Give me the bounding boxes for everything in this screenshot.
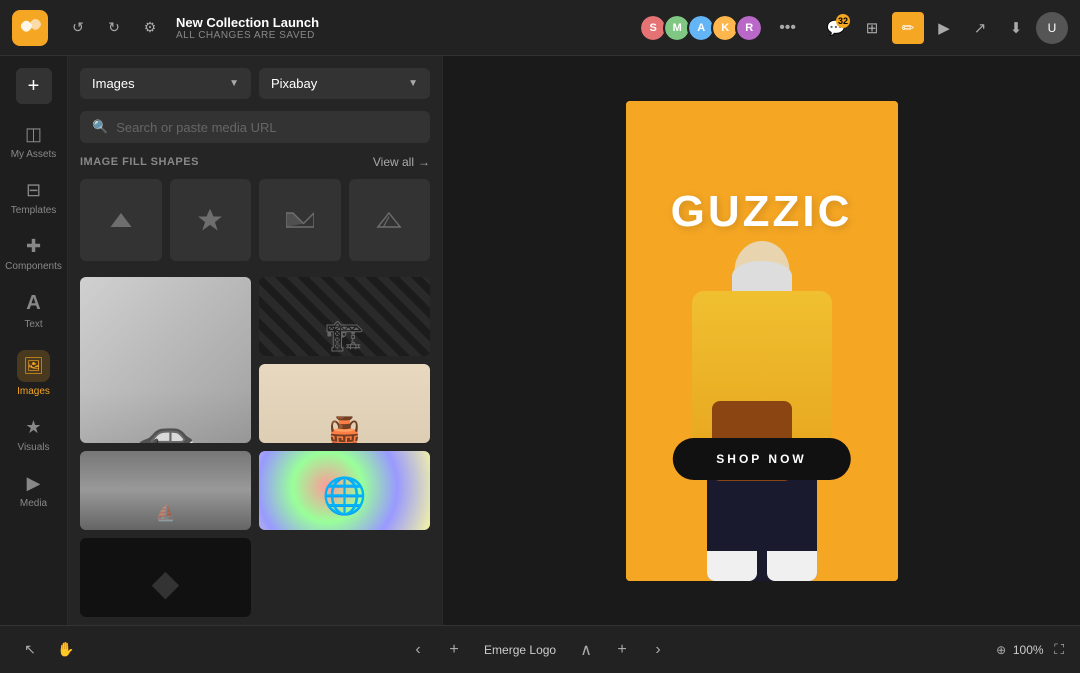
view-all-label: View all	[373, 155, 414, 169]
sidebar-item-visuals[interactable]: ★ Visuals	[4, 409, 64, 461]
type-dropdown-arrow: ▼	[229, 78, 239, 89]
image-thumb-architecture[interactable]: 🏗	[259, 277, 430, 356]
add-page-before-button[interactable]: +	[440, 636, 468, 664]
shape-grid	[80, 179, 430, 261]
sidebar-item-components[interactable]: ✚ Components	[4, 228, 64, 280]
search-input[interactable]	[116, 120, 418, 135]
image-fill-header: IMAGE FILL SHAPES View all →	[80, 155, 430, 169]
sidebar-label-templates: Templates	[11, 205, 57, 216]
shape-triangle[interactable]	[349, 179, 431, 261]
prev-page-button[interactable]: ‹	[404, 636, 432, 664]
search-icon: 🔍	[92, 119, 108, 135]
add-page-after-button[interactable]: +	[608, 636, 636, 664]
next-page-button[interactable]: ›	[644, 636, 672, 664]
app-logo[interactable]	[12, 10, 48, 46]
undo-button[interactable]: ↺	[64, 14, 92, 42]
view-all-arrow: →	[418, 155, 430, 169]
sidebar-item-images[interactable]: 🖼 Images	[4, 342, 64, 405]
comment-count: 32	[836, 14, 850, 28]
topbar-nav: ↺ ↻	[60, 14, 128, 42]
components-icon: ✚	[26, 236, 41, 257]
bottom-bar: ↖ ✋ ‹ + Emerge Logo ∧ + › ⊕ 100% ⛶	[0, 625, 1080, 673]
settings-button[interactable]: ⚙	[136, 14, 164, 42]
templates-icon: ⊟	[26, 180, 41, 201]
redo-button[interactable]: ↻	[100, 14, 128, 42]
images-grid: 🚗 🏗 🏺 ⛵ 🌐	[68, 269, 442, 626]
canvas-card[interactable]: GUZZIC SHOP NOW ▶ magda.w. • barry.paul	[626, 101, 898, 581]
project-title: New Collection Launch	[176, 15, 319, 30]
media-panel: Images ▼ Pixabay ▼ 🔍 IMAGE FILL SHAPES V…	[68, 56, 443, 625]
canvas-content: GUZZIC SHOP NOW ▶ magda.w. • barry.paul	[626, 101, 898, 581]
images-icon: 🖼	[17, 350, 49, 382]
shape-mountain[interactable]	[80, 179, 162, 261]
shape-landscape[interactable]	[259, 179, 341, 261]
add-button[interactable]: +	[16, 68, 52, 104]
main-layout: + ◫ My Assets ⊟ Templates ✚ Components A…	[0, 56, 1080, 625]
image-thumb-geometric[interactable]: ◆	[80, 538, 251, 617]
current-page-label[interactable]: Emerge Logo	[476, 639, 564, 661]
image-fill-title: IMAGE FILL SHAPES	[80, 156, 199, 168]
source-dropdown[interactable]: Pixabay ▼	[259, 68, 430, 99]
cta-button[interactable]: SHOP NOW	[672, 438, 850, 480]
fullscreen-button[interactable]: ⛶	[1054, 641, 1064, 658]
canvas-area[interactable]: GUZZIC SHOP NOW ▶ magda.w. • barry.paul	[443, 56, 1080, 625]
shape-star[interactable]	[170, 179, 252, 261]
sidebar-label-media: Media	[20, 498, 47, 509]
sidebar-item-media[interactable]: ▶ Media	[4, 465, 64, 517]
media-icon: ▶	[27, 473, 41, 494]
media-panel-header: Images ▼ Pixabay ▼	[68, 56, 442, 111]
cursor-tool-button[interactable]: ↖	[16, 636, 44, 664]
text-icon: A	[26, 292, 40, 315]
type-dropdown[interactable]: Images ▼	[80, 68, 251, 99]
sidebar-label-components: Components	[5, 261, 62, 272]
sidebar-label-visuals: Visuals	[17, 442, 49, 453]
collaborator-avatars: S M A K R	[639, 14, 763, 42]
view-all-button[interactable]: View all →	[373, 155, 430, 169]
zoom-icon: ⊕	[996, 643, 1006, 657]
sidebar-item-my-assets[interactable]: ◫ My Assets	[4, 116, 64, 168]
play-button[interactable]: ▶	[928, 12, 960, 44]
more-collaborators-button[interactable]: •••	[771, 15, 804, 41]
source-dropdown-label: Pixabay	[271, 76, 317, 91]
hand-tool-button[interactable]: ✋	[52, 636, 80, 664]
type-dropdown-label: Images	[92, 76, 135, 91]
image-thumb-vase[interactable]: 🏺	[259, 364, 430, 443]
avatar-5[interactable]: R	[735, 14, 763, 42]
grid-button[interactable]: ⊞	[856, 12, 888, 44]
source-dropdown-arrow: ▼	[408, 78, 418, 89]
zoom-control: ⊕ 100%	[996, 643, 1046, 657]
page-up-button[interactable]: ∧	[572, 636, 600, 664]
sidebar-label-text: Text	[24, 319, 42, 330]
sidebar-label-my-assets: My Assets	[11, 149, 57, 160]
search-bar: 🔍	[80, 111, 430, 143]
zoom-level: 100%	[1010, 643, 1046, 657]
topbar-actions: 💬 32 ⊞ ✏ ▶ ↗ ⬇ U	[820, 12, 1068, 44]
share-button[interactable]: ↗	[964, 12, 996, 44]
sidebar-item-text[interactable]: A Text	[4, 284, 64, 338]
download-button[interactable]: ⬇	[1000, 12, 1032, 44]
image-thumb-lake[interactable]: ⛵	[80, 451, 251, 530]
user-avatar[interactable]: U	[1036, 12, 1068, 44]
edit-button[interactable]: ✏	[892, 12, 924, 44]
brand-text: GUZZIC	[671, 187, 853, 237]
comments-button[interactable]: 💬 32	[820, 12, 852, 44]
visuals-icon: ★	[25, 417, 41, 438]
image-thumb-car[interactable]: 🚗	[80, 277, 251, 443]
project-info: New Collection Launch ALL CHANGES ARE SA…	[176, 15, 319, 41]
sidebar-item-templates[interactable]: ⊟ Templates	[4, 172, 64, 224]
topbar: ↺ ↻ ⚙ New Collection Launch ALL CHANGES …	[0, 0, 1080, 56]
sidebar-left: + ◫ My Assets ⊟ Templates ✚ Components A…	[0, 56, 68, 625]
sidebar-label-images: Images	[17, 386, 50, 397]
image-fill-section: IMAGE FILL SHAPES View all →	[68, 155, 442, 269]
my-assets-icon: ◫	[25, 124, 42, 145]
project-status: ALL CHANGES ARE SAVED	[176, 30, 319, 41]
image-thumb-globe[interactable]: 🌐	[259, 451, 430, 530]
